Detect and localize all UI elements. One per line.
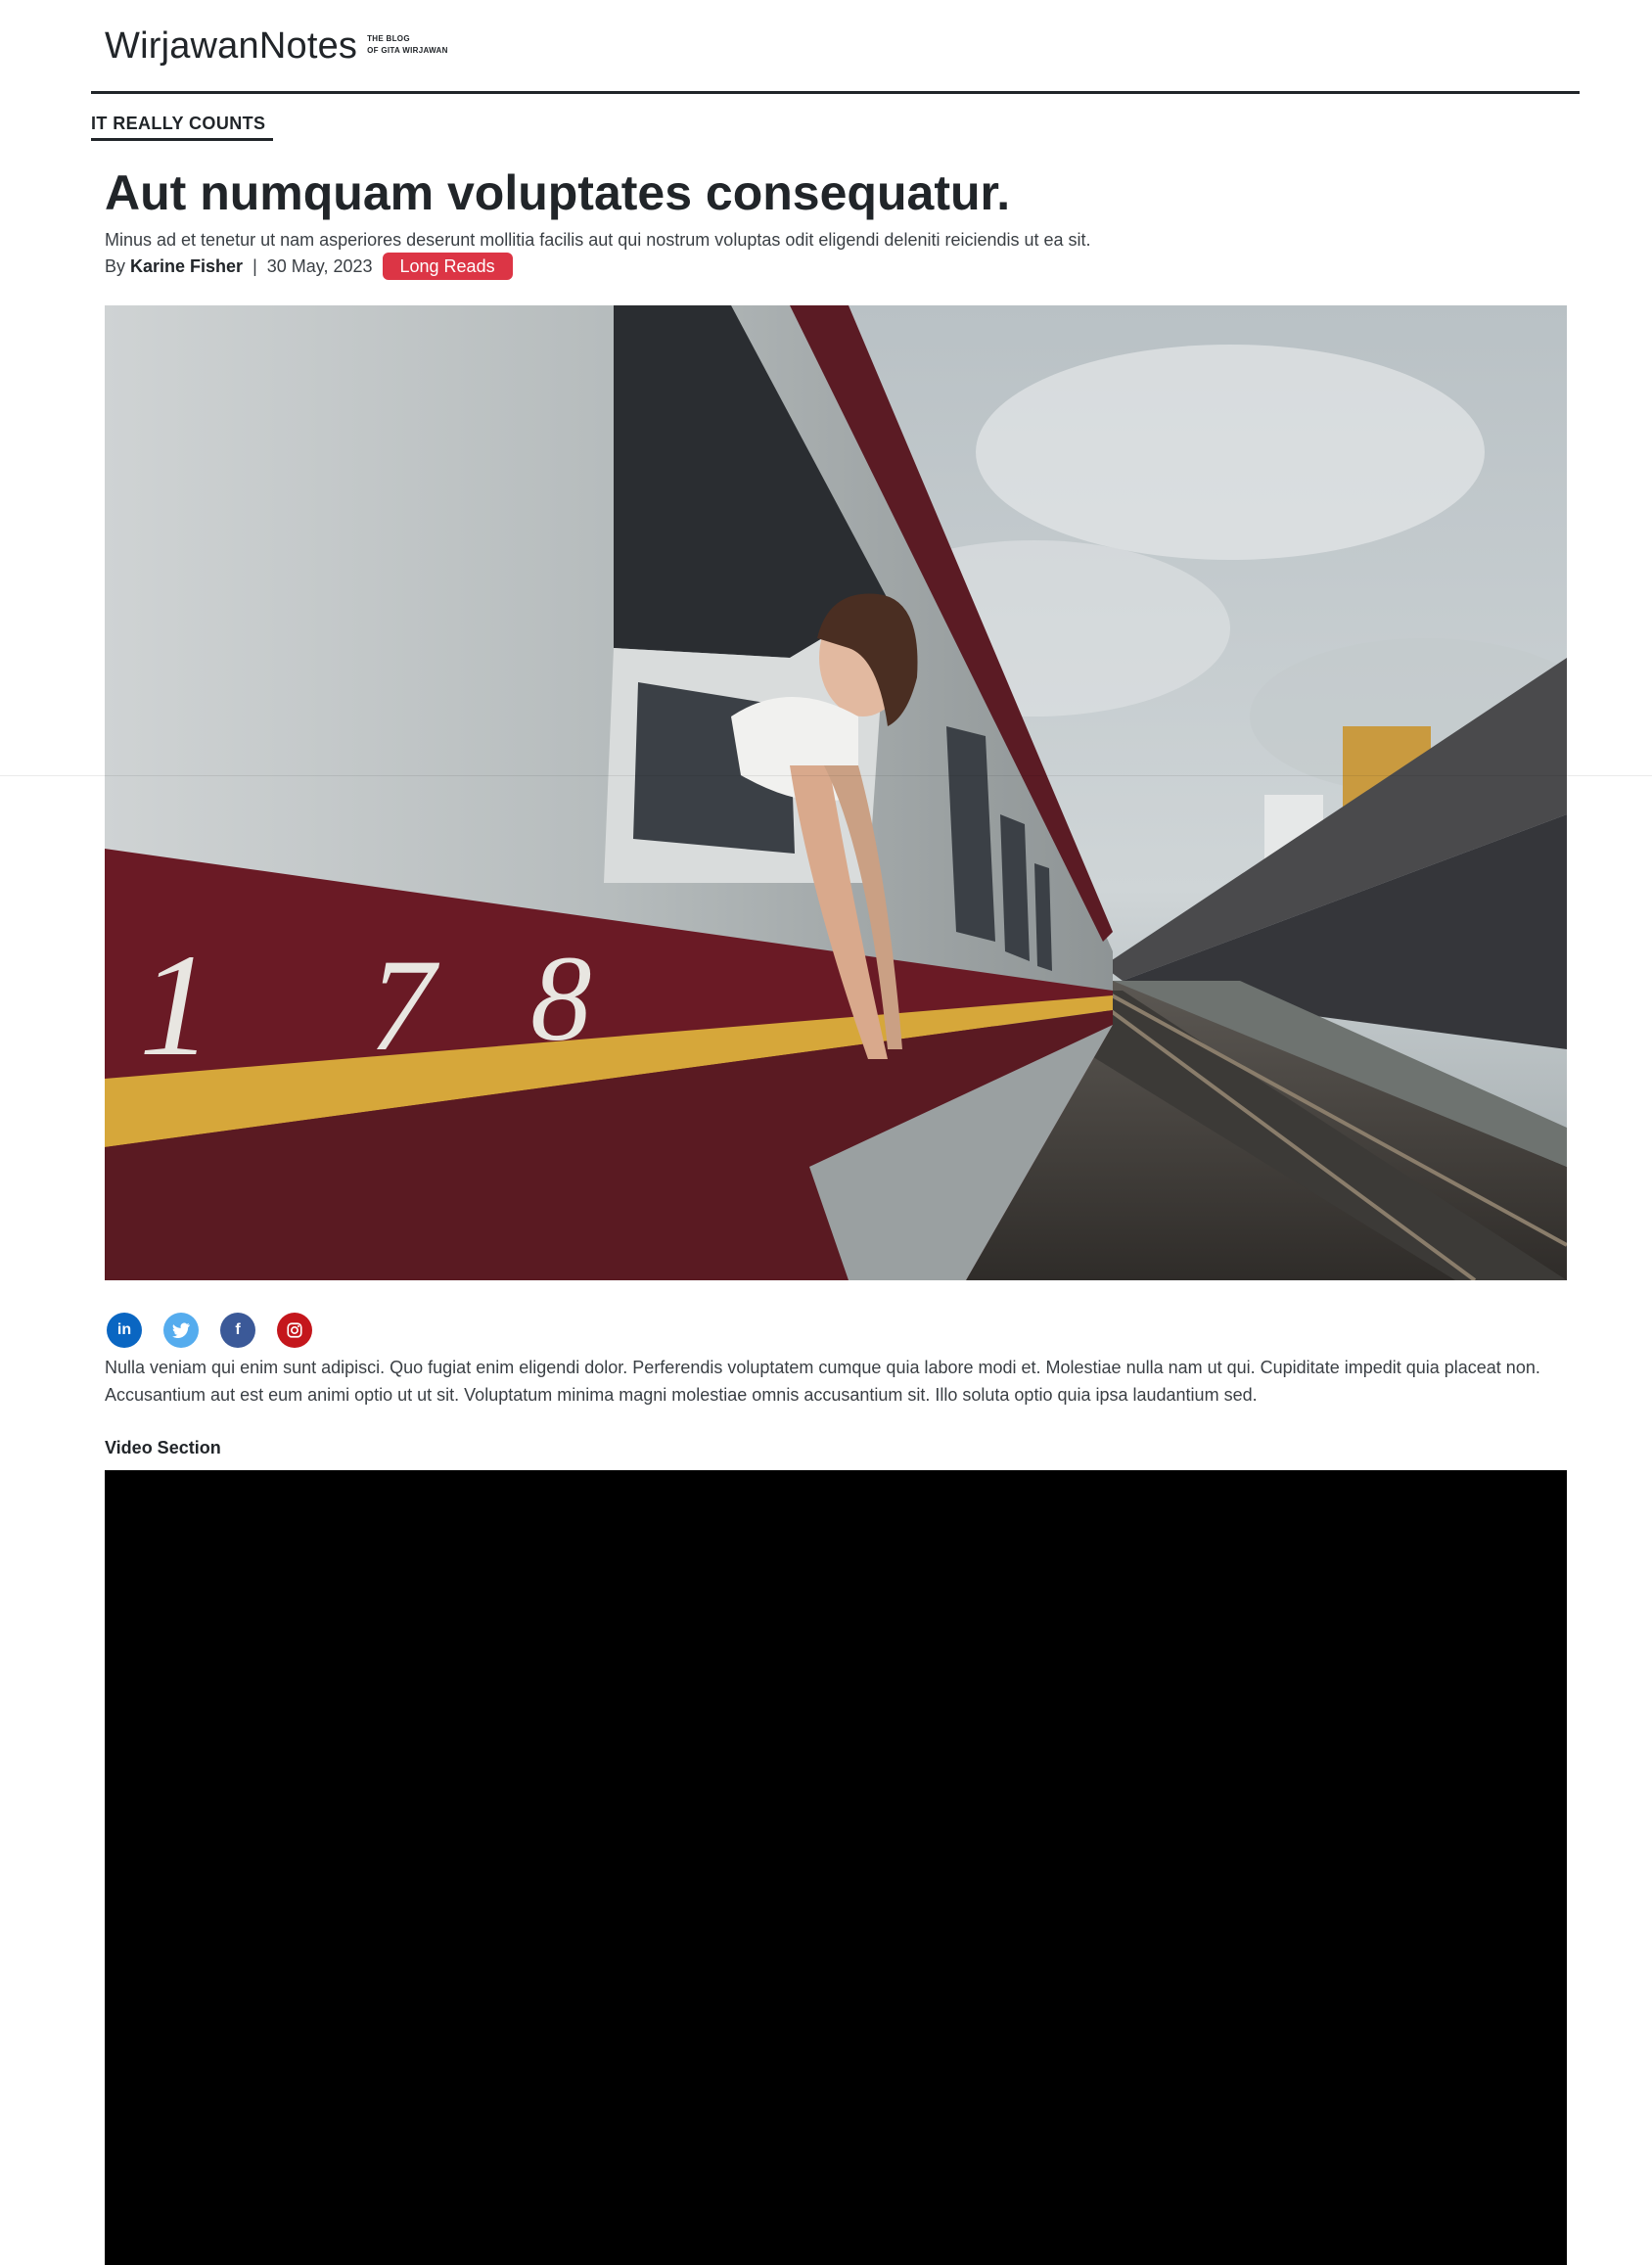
divider-line [0, 775, 1652, 776]
video-section-heading: Video Section [105, 1438, 221, 1457]
article-byline: By Karine Fisher | 30 May, 2023 Long Rea… [105, 253, 513, 280]
linkedin-share-button[interactable]: in [107, 1313, 142, 1348]
byline-separator: | [252, 256, 257, 276]
tag-badge-long-reads[interactable]: Long Reads [382, 253, 513, 280]
article-title: Aut numquam voluptates consequatur. [105, 165, 1011, 220]
brand-logo-link[interactable]: WirjawanNotes THE BLOG OF GITA WIRJAWAN [105, 23, 448, 69]
brand-name: WirjawanNotes [105, 25, 358, 67]
hero-image: 1 7 8 [105, 305, 1567, 1280]
byline-prefix: By [105, 256, 126, 276]
brand-tagline-line2: OF GITA WIRJAWAN [367, 46, 448, 55]
video-player[interactable] [105, 1470, 1567, 2265]
publish-date: 30 May, 2023 [266, 256, 373, 276]
hero-photo: 1 7 8 [105, 305, 1567, 1280]
article-body: Nulla veniam qui enim sunt adipisci. Quo… [105, 1358, 1540, 1405]
linkedin-icon: in [116, 1321, 132, 1338]
train-number-8: 8 [530, 932, 592, 1067]
author-name[interactable]: Karine Fisher [130, 254, 243, 278]
social-share-bar: in f [107, 1313, 312, 1348]
site-header: WirjawanNotes THE BLOG OF GITA WIRJAWAN [91, 0, 1580, 94]
brand-tagline: THE BLOG OF GITA WIRJAWAN [367, 33, 448, 57]
train-number-1: 1 [139, 924, 212, 1086]
twitter-icon [172, 1322, 190, 1338]
instagram-icon [287, 1322, 302, 1338]
facebook-icon: f [235, 1321, 241, 1338]
category-label[interactable]: IT REALLY COUNTS [91, 113, 274, 141]
twitter-share-button[interactable] [163, 1313, 199, 1348]
facebook-share-button[interactable]: f [220, 1313, 255, 1348]
brand-tagline-line1: THE BLOG [367, 34, 410, 43]
article-lede: Minus ad et tenetur ut nam asperiores de… [105, 230, 1091, 250]
page: WirjawanNotes THE BLOG OF GITA WIRJAWAN … [0, 0, 1652, 2265]
instagram-share-button[interactable] [277, 1313, 312, 1348]
train-number-7: 7 [369, 933, 440, 1079]
